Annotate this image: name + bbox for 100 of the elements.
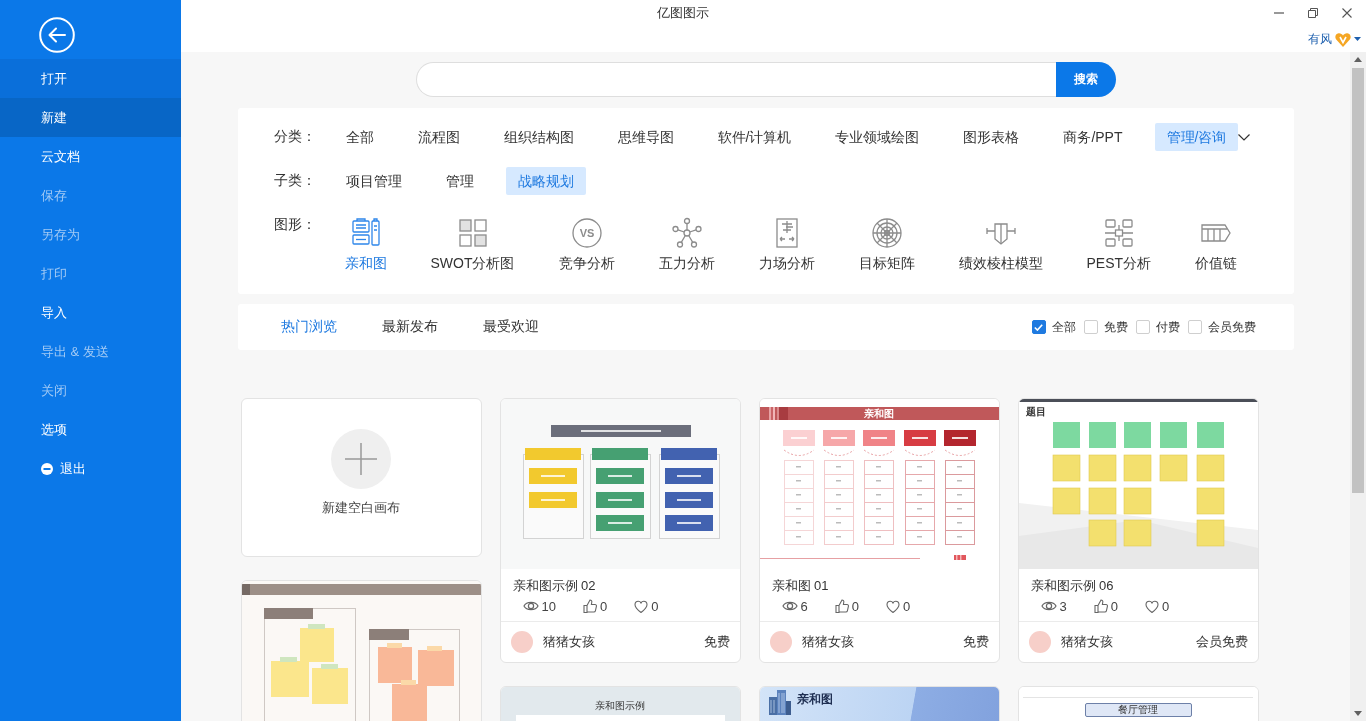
avatar-icon [510,631,533,653]
checkbox-label[interactable]: 付费 [1155,318,1180,336]
view-count: 6 [800,598,808,614]
shape-option[interactable]: 力场分析 [758,211,815,273]
filter-option[interactable]: 软件/计算机 [705,123,804,151]
close-icon[interactable] [1342,8,1352,18]
thumbs-up-icon[interactable] [1093,599,1108,613]
shape-option[interactable]: 价值链 [1195,211,1238,273]
eye-icon [781,600,798,612]
heart-icon[interactable] [1144,599,1159,613]
scroll-up-icon[interactable] [1354,57,1362,62]
scrollbar-thumb[interactable] [1352,68,1364,493]
filter-option[interactable]: 商务/PPT [1051,123,1135,151]
versus-icon: VS [570,217,603,249]
minus-circle-icon [41,462,53,475]
checkbox[interactable] [1031,320,1046,334]
heart-icon[interactable] [634,599,649,613]
restore-icon[interactable] [1308,8,1318,18]
filter-label: 图形： [273,215,317,234]
shape-option[interactable]: SWOT分析图 [430,211,515,273]
avatar-icon [769,631,792,653]
author-name: 猪猪女孩 [1060,633,1113,651]
checkbox-label[interactable]: 会员免费 [1207,318,1256,336]
filter-option[interactable]: 管理/咨询 [1154,123,1239,151]
filter-option[interactable]: 战略规划 [505,167,586,195]
menu-item[interactable]: 新建 [0,98,181,137]
like-count: 0 [1110,598,1118,614]
shape-option[interactable]: VS 竞争分析 [558,211,615,273]
filter-option[interactable]: 思维导图 [605,123,686,151]
thumbs-up-icon[interactable] [834,599,849,613]
thumbs-up-icon[interactable] [582,599,597,613]
favorite-count: 0 [902,598,911,614]
filter-option[interactable]: 专业领域绘图 [823,123,932,151]
sort-tab[interactable]: 热门浏览 [280,318,337,336]
menu-item[interactable]: 选项 [0,410,181,449]
filter-option[interactable]: 全部 [333,123,386,151]
eye-icon [1040,600,1057,612]
view-count: 3 [1059,598,1067,614]
avatar-icon [1028,631,1051,653]
template-card[interactable]: 题目 亲和图示例 06 3 0 0 猪猪女孩 会员免费 [1017,398,1259,663]
price-label: 免费 [962,633,989,651]
thumbnail-heading: 亲和图 [796,692,833,706]
shape-option[interactable]: PEST分析 [1086,211,1152,273]
template-title: 亲和图 01 [770,577,830,595]
window-title: 亿图图示 [657,4,709,22]
shape-option[interactable]: 亲和图 [344,211,387,273]
target-icon [870,217,903,249]
scroll-down-icon[interactable] [1354,711,1362,716]
title-box: 餐厅管理 [1084,703,1192,717]
like-count: 0 [599,598,608,614]
shape-option[interactable]: 目标矩阵 [858,211,915,273]
clipboard-icon [349,217,382,249]
heart-icon[interactable] [885,599,900,613]
search-field[interactable] [415,62,1056,97]
account-name[interactable]: 有风 [1308,30,1332,48]
favorite-count: 0 [1161,598,1170,614]
template-title: 亲和图示例 06 [1029,577,1115,595]
menu-item[interactable]: 退出 [0,449,181,488]
like-count: 0 [851,598,859,614]
shape-option[interactable]: 绩效棱柱模型 [958,211,1043,273]
author-name: 猪猪女孩 [801,633,854,651]
new-canvas-card[interactable]: 新建空白画布 [240,398,482,557]
sort-tab[interactable]: 最受欢迎 [482,318,539,336]
price-label: 会员免费 [1195,633,1248,651]
building-icon [766,690,791,715]
thumbnail-heading: 题目 [1025,405,1046,418]
filter-label: 分类： [273,128,317,146]
menu-item[interactable]: 云文档 [0,137,181,176]
filter-option[interactable]: 流程图 [405,123,472,151]
caret-down-icon[interactable] [1238,133,1251,141]
node-grid-icon [1102,217,1135,249]
author-name: 猪猪女孩 [542,633,595,651]
view-count: 10 [541,598,556,614]
template-card[interactable]: 亲和图 亲和图 01 6 0 0 猪猪女孩 免费 [758,398,1000,663]
filter-option[interactable]: 项目管理 [333,167,414,195]
scrollbar[interactable] [1350,52,1366,721]
sort-tab[interactable]: 最新发布 [381,318,438,336]
grid-icon [456,217,489,249]
search-button[interactable]: 搜索 [1055,62,1116,97]
menu-item[interactable]: 导入 [0,293,181,332]
menu-item[interactable]: 打开 [0,59,181,98]
checkbox-label[interactable]: 免费 [1103,318,1128,336]
filter-option[interactable]: 组织结构图 [491,123,586,151]
filter-option[interactable]: 图形表格 [951,123,1032,151]
eye-icon [522,600,539,612]
template-title: 亲和图示例 02 [511,577,597,595]
filter-label: 子类： [273,172,317,190]
thumbnail-header: 亲和图 [759,407,999,420]
badge-icon [1335,31,1351,47]
checkbox-label[interactable]: 全部 [1051,318,1076,336]
caret-down-icon[interactable] [1354,37,1361,41]
back-icon[interactable] [39,17,75,53]
thumbnail-heading: 亲和图示例 [595,700,645,712]
plus-icon [331,429,391,489]
network-icon [670,217,703,249]
shape-option[interactable]: 五力分析 [658,211,715,273]
favorite-count: 0 [651,598,659,614]
template-card[interactable]: 亲和图示例 02 10 0 0 猪猪女孩 免费 [499,398,741,663]
checkmark-icon [1034,323,1043,331]
filter-option[interactable]: 管理 [433,167,486,195]
